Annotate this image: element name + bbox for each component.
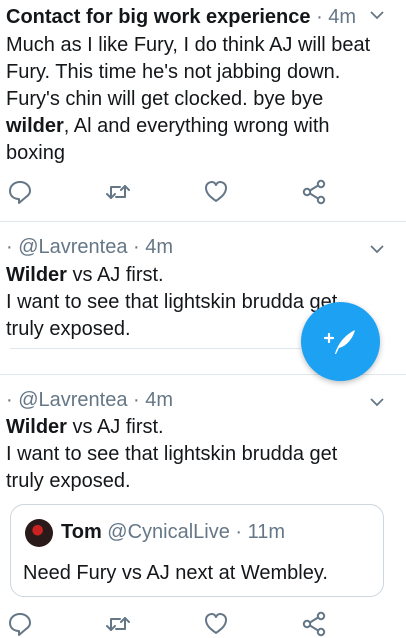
author-name[interactable]: Contact for big work experience	[6, 6, 311, 28]
bold-mention: wilder	[6, 115, 64, 137]
divider	[0, 221, 406, 222]
heart-icon[interactable]	[202, 178, 230, 206]
tweet-line: I want to see that lightskin brudda get	[6, 443, 338, 465]
tweet-actions	[0, 610, 406, 638]
tweet-actions	[0, 178, 406, 206]
tweet-line-rest: vs AJ first.	[66, 416, 164, 438]
chevron-down-icon[interactable]	[370, 395, 384, 409]
quote-text: Need Fury vs AJ next at Wembley.	[23, 562, 328, 584]
share-icon[interactable]	[300, 610, 328, 638]
tweet-text: Much as I like Fury, I do think AJ will …	[6, 32, 394, 167]
reply-icon[interactable]	[6, 178, 34, 206]
tweet-line: Fury's chin will get clocked. bye bye	[6, 88, 324, 110]
tweet-line: Fury. This time he's not jabbing down.	[6, 61, 341, 83]
heart-icon[interactable]	[202, 610, 230, 638]
tweet-header: · @Lavrentea · 4m	[6, 234, 406, 262]
retweet-icon[interactable]	[104, 178, 132, 206]
quote-card-edge	[10, 348, 300, 349]
tweet-line: Wilder vs AJ first.	[6, 414, 394, 441]
tweet-line-rest: , Al and everything wrong with	[63, 115, 330, 137]
compose-tweet-button[interactable]	[301, 302, 380, 381]
chevron-down-icon[interactable]	[370, 242, 384, 256]
compose-tweet-icon	[323, 330, 355, 354]
retweet-icon[interactable]	[104, 610, 132, 638]
quote-author-name: Tom	[61, 521, 102, 543]
bold-mention: Wilder	[6, 416, 67, 438]
tweet-meta[interactable]: · @Lavrentea · 4m	[6, 389, 173, 411]
avatar[interactable]	[25, 519, 53, 547]
tweet-meta: · 4m	[310, 6, 357, 28]
chevron-down-icon[interactable]	[370, 8, 384, 22]
reply-icon[interactable]	[6, 610, 34, 638]
bold-mention: Wilder	[6, 264, 67, 286]
tweet-header: Contact for big work experience · 4m	[6, 4, 406, 32]
tweet-line-rest: vs AJ first.	[66, 264, 164, 286]
tweet-meta[interactable]: · @Lavrentea · 4m	[6, 236, 173, 258]
tweet-text: Wilder vs AJ first. I want to see that l…	[6, 414, 394, 495]
quote-meta: @CynicalLive · 11m	[101, 521, 286, 543]
tweet-line: truly exposed.	[6, 470, 131, 492]
tweet-line: wilder, Al and everything wrong with	[6, 113, 394, 140]
quote-header: Tom @CynicalLive · 11m	[61, 519, 285, 546]
share-icon[interactable]	[300, 178, 328, 206]
tweet-line: Much as I like Fury, I do think AJ will …	[6, 34, 371, 56]
tweet-header: · @Lavrentea · 4m	[6, 387, 406, 415]
quoted-tweet[interactable]: Tom @CynicalLive · 11m Need Fury vs AJ n…	[10, 504, 384, 597]
tweet-line: Wilder vs AJ first.	[6, 262, 394, 289]
tweet-line: boxing	[6, 142, 65, 164]
